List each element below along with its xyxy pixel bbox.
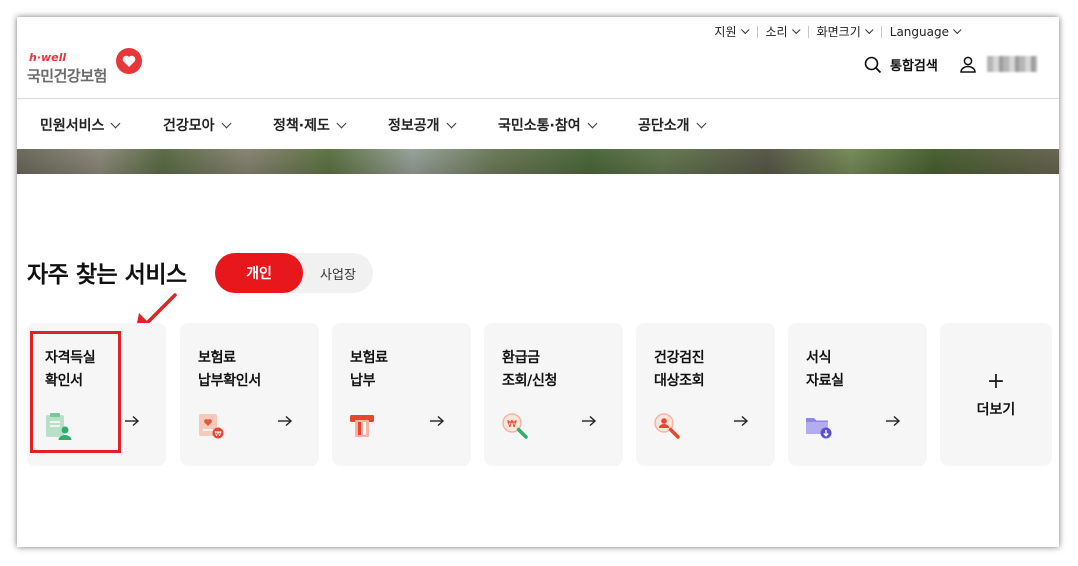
chevron-down-icon [221, 118, 231, 128]
gnb-item-policy[interactable]: 정책·제도 [273, 115, 347, 135]
svg-text:₩: ₩ [215, 430, 222, 438]
user-account-button[interactable] [959, 55, 1037, 73]
util-label: 화면크기 [816, 25, 861, 39]
card-title: 보험료 납부확인서 [198, 350, 261, 389]
gnb-label: 정보공개 [388, 118, 440, 134]
main-navigation: 민원서비스 건강모아 정책·제도 정보공개 국민소통·참여 공단소개 [17, 99, 1059, 149]
service-card-checkup[interactable]: 건강검진 대상조회 [636, 323, 775, 466]
toggle-personal[interactable]: 개인 [215, 253, 303, 293]
browser-page: 지원 소리 화면크기 Language h·well 국민건강보험 통합검색 민… [17, 17, 1059, 547]
chevron-down-icon [791, 25, 801, 34]
logo-brand-ko: 국민건강보험 [27, 67, 107, 85]
chevron-down-icon [740, 25, 750, 34]
card-title: 보험료 납부 [350, 350, 388, 389]
logo-brand-en: h·well [29, 51, 67, 64]
gnb-label: 국민소통·참여 [498, 118, 581, 134]
chevron-down-icon [110, 118, 121, 128]
annotation-highlight-box [30, 331, 121, 453]
utility-bar: 지원 소리 화면크기 Language [706, 23, 969, 40]
arrow-right-icon [582, 415, 597, 427]
heart-logo-icon [116, 48, 142, 74]
gnb-label: 공단소개 [638, 118, 690, 134]
service-type-toggle: 개인 사업장 [215, 253, 373, 293]
search-icon [864, 56, 882, 73]
chevron-down-icon [336, 118, 347, 128]
svg-text:₩: ₩ [507, 419, 517, 430]
chevron-down-icon [864, 25, 874, 34]
gnb-item-disclosure[interactable]: 정보공개 [388, 115, 456, 135]
card-title: 건강검진 대상조회 [654, 350, 705, 389]
arrow-right-icon [734, 415, 749, 427]
site-logo[interactable]: h·well 국민건강보험 [27, 47, 157, 89]
search-label: 통합검색 [890, 59, 938, 74]
more-services-card[interactable]: + 더보기 [940, 323, 1052, 466]
card-payment-icon [350, 415, 374, 437]
gnb-item-health[interactable]: 건강모아 [163, 115, 231, 135]
arrow-right-icon [886, 415, 901, 427]
card-title: 서식 자료실 [806, 350, 844, 389]
chevron-down-icon [446, 118, 456, 128]
section-title: 자주 찾는 서비스 [27, 262, 187, 288]
plus-icon: + [986, 369, 1006, 394]
arrow-right-icon [125, 415, 140, 427]
service-card-payment-certificate[interactable]: 보험료 납부확인서 ₩ [180, 323, 319, 466]
gnb-label: 정책·제도 [273, 118, 330, 134]
folder-download-icon [806, 418, 832, 439]
user-icon [960, 56, 976, 73]
gnb-item-about[interactable]: 공단소개 [638, 115, 706, 135]
card-title: 환급금 조회/신청 [502, 350, 558, 389]
service-card-forms[interactable]: 서식 자료실 [788, 323, 927, 466]
user-name-redacted [987, 56, 1037, 72]
util-label: 소리 [765, 25, 788, 39]
util-screen-size-menu[interactable]: 화면크기 [809, 23, 881, 40]
gnb-item-civil-service[interactable]: 민원서비스 [40, 115, 121, 135]
util-sound-menu[interactable]: 소리 [758, 23, 808, 40]
gnb-label: 민원서비스 [40, 118, 105, 134]
util-label: Language [889, 24, 949, 39]
hero-banner-image [17, 149, 1059, 174]
arrow-right-icon [430, 415, 445, 427]
chevron-down-icon [587, 118, 598, 128]
integrated-search-button[interactable]: 통합검색 [864, 55, 938, 74]
gnb-item-participation[interactable]: 국민소통·참여 [498, 115, 598, 135]
util-label: 지원 [714, 25, 737, 39]
chevron-down-icon [696, 118, 706, 128]
util-support-menu[interactable]: 지원 [706, 23, 756, 40]
service-card-refund[interactable]: 환급금 조회/신청 ₩ [484, 323, 623, 466]
checkup-search-icon [654, 413, 680, 439]
service-card-premium-payment[interactable]: 보험료 납부 [332, 323, 471, 466]
more-label: 더보기 [976, 402, 1016, 418]
toggle-business[interactable]: 사업장 [303, 253, 373, 293]
gnb-label: 건강모아 [163, 118, 215, 134]
arrow-right-icon [278, 415, 293, 427]
util-language-menu[interactable]: Language [882, 25, 969, 39]
chevron-down-icon [953, 25, 962, 34]
payment-receipt-icon: ₩ [199, 414, 224, 439]
refund-search-icon: ₩ [502, 413, 528, 439]
